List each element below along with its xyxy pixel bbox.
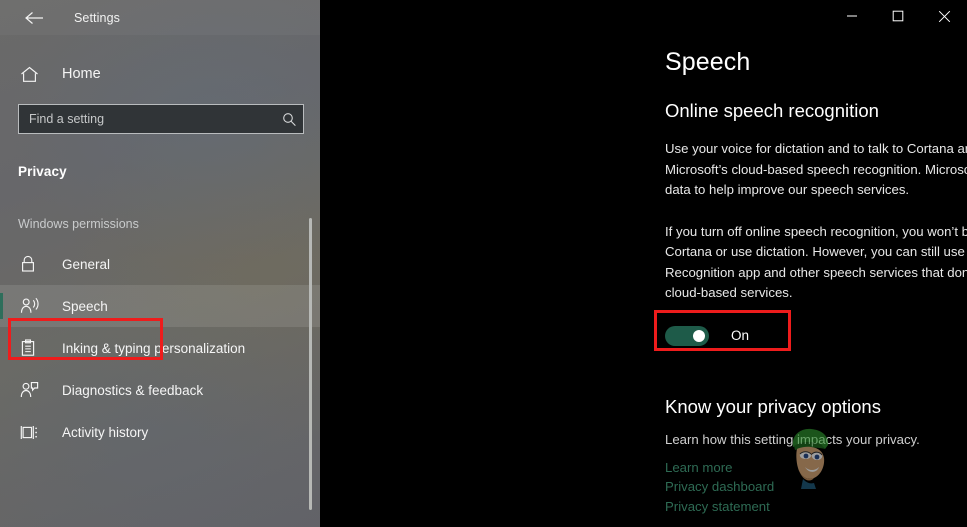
sidebar-nav-list: General Speech Inking & typing personali… bbox=[0, 243, 320, 453]
search-box[interactable] bbox=[18, 104, 304, 134]
search-icon[interactable] bbox=[275, 105, 303, 133]
person-feedback-icon bbox=[20, 381, 44, 399]
sidebar-item-general[interactable]: General bbox=[0, 243, 320, 285]
sidebar-item-activity-history[interactable]: Activity history bbox=[0, 411, 320, 453]
sidebar-item-diagnostics-feedback[interactable]: Diagnostics & feedback bbox=[0, 369, 320, 411]
sidebar-item-diagnostics-label: Diagnostics & feedback bbox=[62, 382, 204, 398]
sidebar-item-inking-typing-personalization[interactable]: Inking & typing personalization bbox=[0, 327, 320, 369]
description-paragraph-1: Use your voice for dictation and to talk… bbox=[665, 141, 967, 197]
clipboard-icon bbox=[20, 339, 44, 357]
section-heading-online-speech-recognition: Online speech recognition bbox=[665, 100, 879, 121]
toggle-switch-knob bbox=[693, 329, 705, 342]
description-paragraph-2: If you turn off online speech recognitio… bbox=[665, 223, 967, 301]
close-button[interactable] bbox=[921, 0, 967, 32]
search-input[interactable] bbox=[19, 112, 275, 126]
settings-window: Settings Home Privacy Windows permission… bbox=[0, 0, 967, 527]
online-speech-recognition-toggle[interactable]: On bbox=[665, 325, 793, 346]
toggle-state-label: On bbox=[731, 328, 750, 343]
sidebar-scrollbar[interactable] bbox=[309, 218, 312, 510]
link-learn-more[interactable]: Learn more bbox=[665, 458, 732, 478]
toggle-switch-track[interactable] bbox=[665, 325, 709, 346]
back-arrow-icon[interactable] bbox=[14, 2, 54, 34]
speech-person-icon bbox=[20, 297, 44, 315]
link-privacy-statement[interactable]: Privacy statement bbox=[665, 497, 770, 517]
main-content: Speech Online speech recognition Use you… bbox=[320, 0, 967, 527]
page-section-title: Privacy bbox=[18, 164, 67, 179]
link-privacy-dashboard[interactable]: Privacy dashboard bbox=[665, 477, 774, 497]
sidebar-item-speech[interactable]: Speech bbox=[0, 285, 320, 327]
maximize-button[interactable] bbox=[875, 0, 921, 32]
sidebar-item-home-label: Home bbox=[62, 66, 101, 82]
section-heading-privacy-options: Know your privacy options bbox=[665, 395, 881, 417]
sidebar: Settings Home Privacy Windows permission… bbox=[0, 0, 320, 527]
privacy-links-list: Learn more Privacy dashboard Privacy sta… bbox=[665, 458, 967, 517]
timeline-icon bbox=[20, 424, 44, 441]
sidebar-item-speech-label: Speech bbox=[62, 298, 108, 314]
sidebar-item-activity-history-label: Activity history bbox=[62, 424, 149, 440]
sidebar-item-home[interactable]: Home bbox=[0, 56, 320, 92]
privacy-options-subtitle: Learn how this setting impacts your priv… bbox=[665, 431, 920, 447]
page-title: Speech bbox=[665, 48, 751, 76]
home-icon bbox=[20, 66, 46, 83]
content-body: Speech Online speech recognition Use you… bbox=[320, 0, 967, 516]
sidebar-item-general-label: General bbox=[62, 256, 111, 272]
lock-icon bbox=[20, 255, 44, 273]
window-controls bbox=[829, 0, 967, 32]
window-title: Settings bbox=[74, 10, 120, 25]
sidebar-group-header: Windows permissions bbox=[18, 217, 139, 231]
minimize-button[interactable] bbox=[829, 0, 875, 32]
title-bar: Settings bbox=[0, 0, 320, 35]
sidebar-item-inking-label: Inking & typing personalization bbox=[62, 340, 246, 356]
